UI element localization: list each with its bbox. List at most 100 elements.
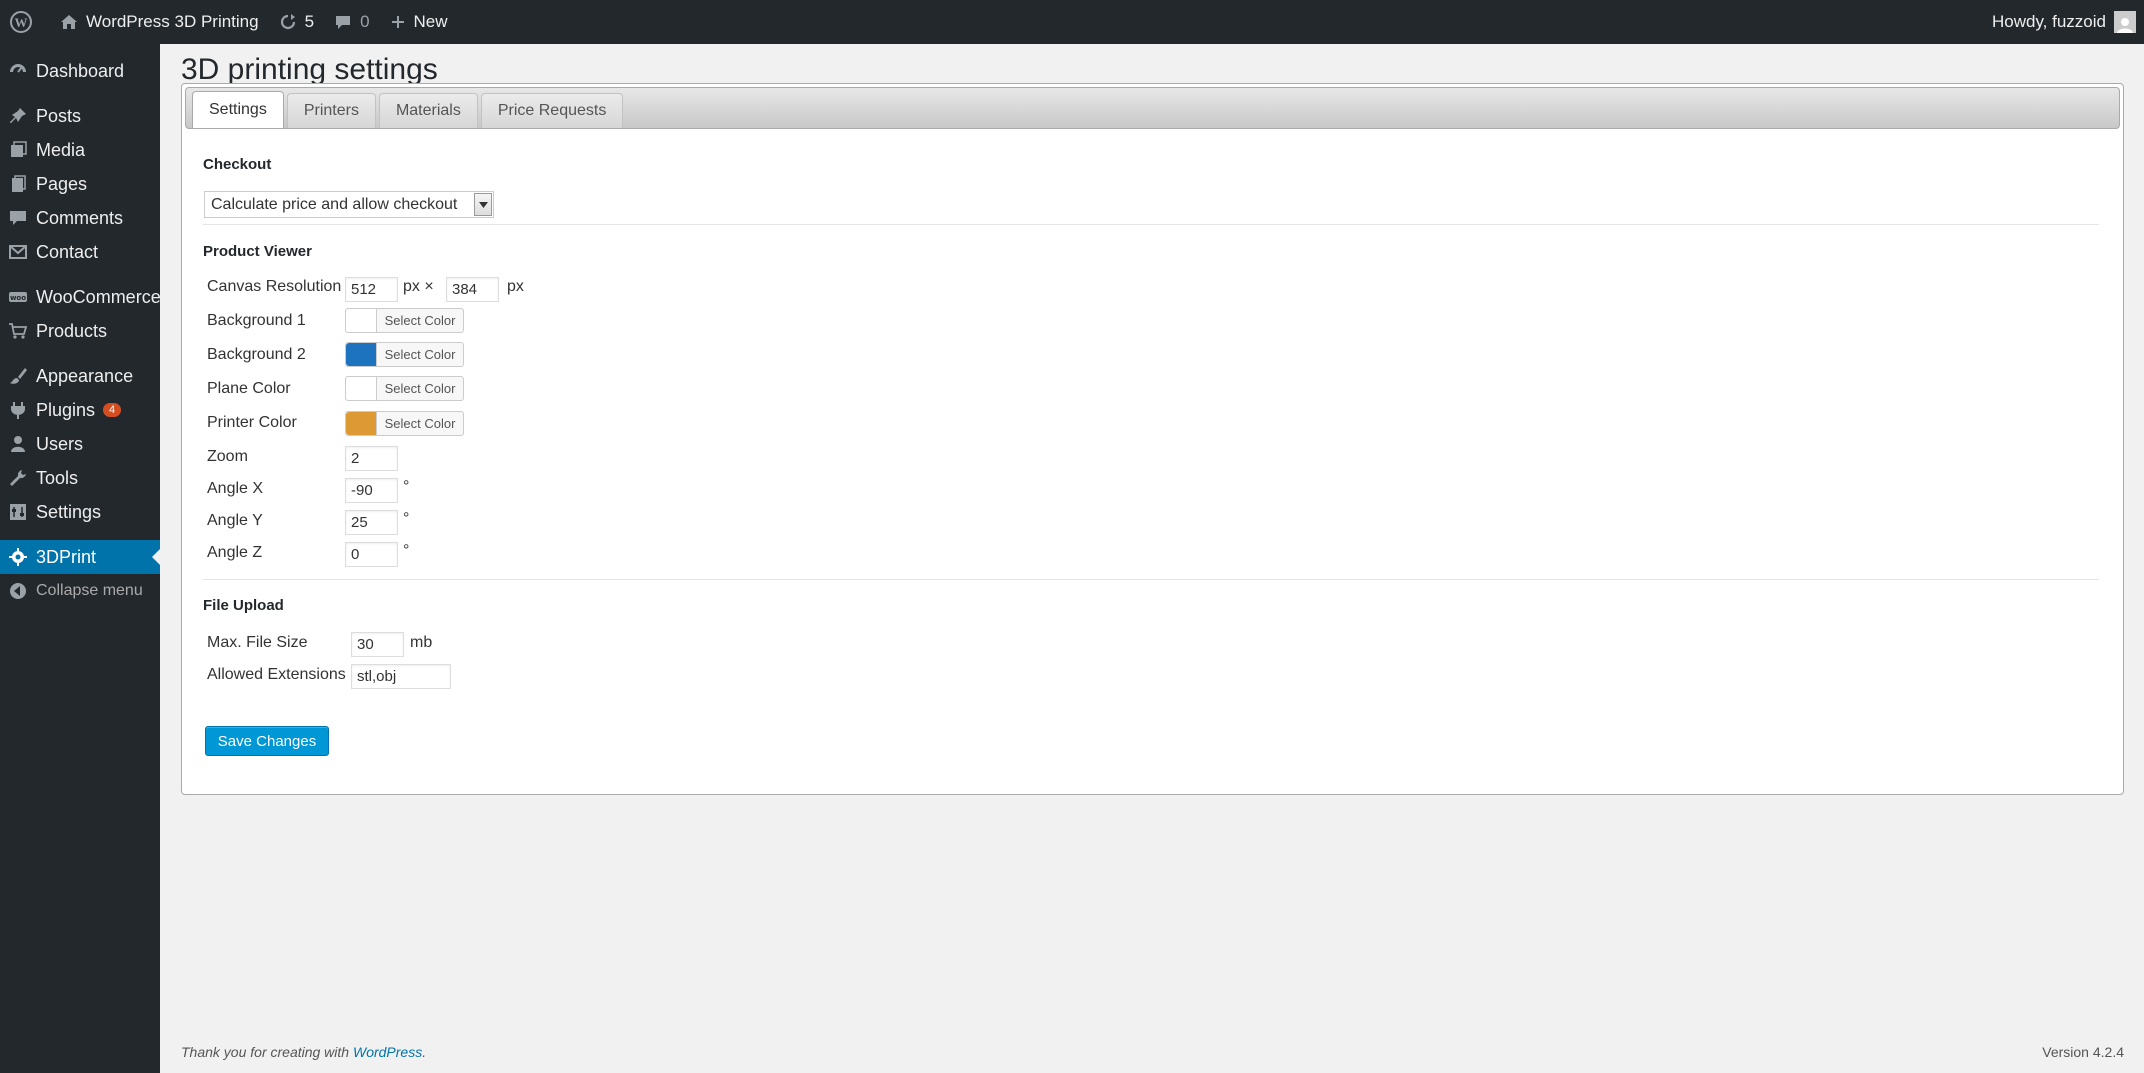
settings-icon	[10, 504, 26, 520]
comment-icon	[336, 16, 351, 29]
pages-icon	[12, 175, 26, 192]
comment-icon	[10, 211, 26, 225]
tab-materials[interactable]: Materials	[378, 93, 478, 128]
sidebar-item-pages[interactable]: Pages	[0, 167, 160, 201]
sidebar-item-woocommerce[interactable]: woo WooCommerce	[0, 280, 161, 314]
home-icon	[61, 15, 77, 29]
sidebar-item-users[interactable]: Users	[0, 427, 160, 461]
wordpress-logo-icon[interactable]: W	[0, 0, 50, 44]
refresh-icon	[280, 14, 295, 30]
brush-icon	[10, 368, 27, 384]
plug-icon	[11, 402, 25, 419]
sidebar-item-products[interactable]: Products	[0, 314, 160, 348]
tab-bar: Settings Printers Materials Price Reques…	[185, 87, 2120, 129]
degree-label: °	[403, 510, 410, 527]
sidebar-item-comments[interactable]: Comments	[0, 201, 160, 235]
background-1-label: Background 1	[207, 312, 306, 329]
mail-icon	[9, 245, 27, 259]
media-icon	[11, 141, 27, 157]
pin-icon	[10, 108, 26, 123]
plugins-update-badge: 4	[103, 403, 122, 417]
wordpress-link[interactable]: WordPress	[353, 1044, 422, 1060]
sidebar-item-tools[interactable]: Tools	[0, 461, 160, 495]
sidebar-item-media[interactable]: Media	[0, 133, 160, 167]
background-2-color-picker[interactable]: Select Color	[345, 342, 464, 367]
avatar	[2114, 11, 2136, 33]
collapse-menu-button[interactable]: Collapse menu	[0, 574, 160, 608]
howdy-text: Howdy, fuzzoid	[1991, 12, 2106, 31]
sidebar-item-settings[interactable]: Settings	[0, 495, 160, 529]
version-text: Version 4.2.4	[2042, 1044, 2124, 1060]
max-file-size-input[interactable]: 30	[351, 632, 404, 657]
updates-link[interactable]: 5	[269, 0, 324, 44]
angle-x-label: Angle X	[207, 480, 264, 497]
product-viewer-heading: Product Viewer	[203, 243, 312, 260]
printer-color-label: Printer Color	[207, 414, 297, 431]
sidebar-item-contact[interactable]: Contact	[0, 235, 160, 269]
wrench-icon	[10, 470, 26, 486]
angle-z-input[interactable]: 0	[345, 542, 398, 567]
canvas-height-input[interactable]: 384	[446, 277, 499, 302]
angle-z-label: Angle Z	[207, 544, 263, 561]
comments-link[interactable]: 0	[324, 0, 379, 44]
background-2-swatch	[346, 343, 377, 366]
settings-panel: Settings Printers Materials Price Reques…	[181, 83, 2124, 795]
printer-color-picker[interactable]: Select Color	[345, 411, 464, 436]
sidebar-item-plugins[interactable]: Plugins 4	[0, 393, 160, 427]
tab-price-requests[interactable]: Price Requests	[480, 93, 624, 128]
site-name-link[interactable]: WordPress 3D Printing	[50, 0, 269, 44]
tab-settings[interactable]: Settings	[192, 91, 284, 128]
sidebar-item-appearance[interactable]: Appearance	[0, 359, 160, 393]
background-1-color-picker[interactable]: Select Color	[345, 308, 464, 333]
user-icon	[11, 436, 25, 452]
angle-y-label: Angle Y	[207, 512, 263, 529]
angle-x-input[interactable]: -90	[345, 478, 398, 503]
canvas-width-input[interactable]: 512	[345, 277, 398, 302]
mb-label: mb	[410, 634, 433, 651]
comments-count: 0	[360, 12, 370, 31]
save-changes-button[interactable]: Save Changes	[205, 726, 329, 756]
plane-color-picker[interactable]: Select Color	[345, 376, 464, 401]
collapse-icon	[10, 583, 26, 599]
allowed-extensions-input[interactable]: stl,obj	[351, 664, 451, 689]
degree-label: °	[403, 542, 410, 559]
woocommerce-icon: woo	[9, 292, 27, 302]
sidebar-item-posts[interactable]: Posts	[0, 99, 160, 133]
chevron-down-icon	[474, 193, 492, 216]
my-account[interactable]: Howdy, fuzzoid	[1992, 11, 2144, 33]
sidebar-item-dashboard[interactable]: Dashboard	[0, 54, 160, 88]
divider	[203, 579, 2099, 580]
plus-icon	[391, 16, 404, 28]
plane-color-label: Plane Color	[207, 380, 291, 397]
main-content: 3D printing settings Settings Printers M…	[181, 44, 2124, 795]
checkout-selected-value: Calculate price and allow checkout	[211, 195, 458, 213]
cart-icon	[9, 323, 28, 339]
admin-bar: W WordPress 3D Printing 5 0 New Howdy, f…	[0, 0, 2144, 44]
svg-text:woo: woo	[10, 294, 26, 302]
background-1-swatch	[346, 309, 377, 332]
tab-printers[interactable]: Printers	[286, 93, 376, 128]
file-upload-heading: File Upload	[203, 597, 284, 614]
new-label: New	[413, 12, 448, 31]
allowed-extensions-label: Allowed Extensions	[207, 666, 346, 683]
svg-text:W: W	[15, 15, 28, 30]
updates-count: 5	[304, 12, 315, 31]
canvas-resolution-label: Canvas Resolution	[207, 278, 342, 295]
admin-sidebar: Dashboard Posts Media Pages Comments Con…	[0, 44, 161, 1073]
degree-label: °	[403, 478, 410, 495]
checkout-select[interactable]: Calculate price and allow checkout	[204, 191, 494, 218]
new-content-link[interactable]: New	[380, 0, 458, 44]
sidebar-item-3dprint[interactable]: 3DPrint	[0, 540, 160, 574]
dashboard-icon	[10, 64, 26, 73]
plane-color-swatch	[346, 377, 377, 400]
zoom-input[interactable]: 2	[345, 446, 398, 471]
px-times-label: px ×	[403, 278, 434, 295]
divider	[203, 224, 2099, 225]
site-name: WordPress 3D Printing	[86, 12, 259, 31]
gear-icon	[9, 548, 27, 566]
printer-color-swatch	[346, 412, 377, 435]
footer-thanks: Thank you for creating with WordPress.	[181, 1044, 427, 1060]
zoom-label: Zoom	[207, 448, 248, 465]
background-2-label: Background 2	[207, 346, 306, 363]
angle-y-input[interactable]: 25	[345, 510, 398, 535]
